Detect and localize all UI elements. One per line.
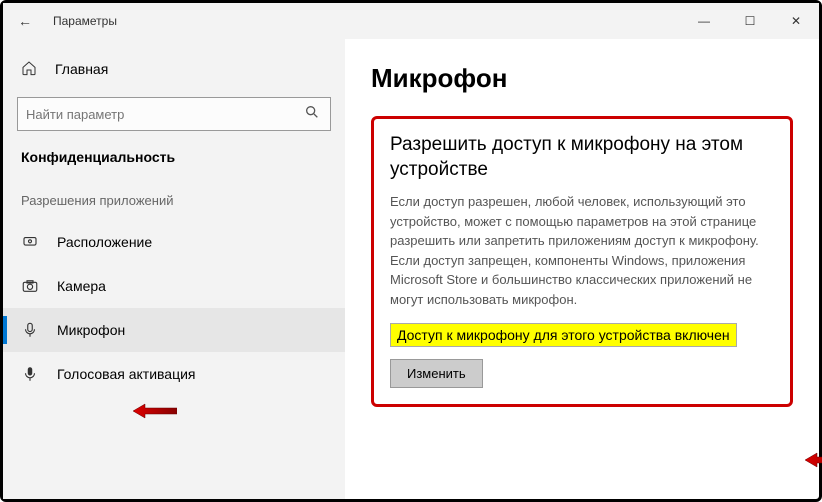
voice-activation-icon: [21, 365, 43, 383]
change-button[interactable]: Изменить: [390, 359, 483, 388]
window-title: Параметры: [47, 14, 117, 28]
camera-icon: [21, 277, 43, 295]
maximize-button[interactable]: ☐: [727, 3, 773, 39]
microphone-icon: [21, 321, 43, 339]
search-icon: [304, 104, 322, 125]
sidebar-item-label: Главная: [55, 61, 108, 77]
highlight-box: Разрешить доступ к микрофону на этом уст…: [371, 116, 793, 407]
section-description: Если доступ разрешен, любой человек, исп…: [390, 192, 774, 309]
titlebar: ← Параметры — ☐ ✕: [3, 3, 819, 39]
sidebar-item-label: Голосовая активация: [57, 366, 196, 382]
sidebar-section-title: Конфиденциальность: [3, 143, 345, 183]
access-status: Доступ к микрофону для этого устройства …: [390, 323, 737, 347]
sidebar-item-microphone[interactable]: Микрофон: [3, 308, 345, 352]
sidebar-item-label: Микрофон: [57, 322, 125, 338]
search-input-wrapper[interactable]: [17, 97, 331, 131]
sidebar-item-label: Расположение: [57, 234, 152, 250]
sidebar-subsection-title: Разрешения приложений: [3, 183, 345, 220]
close-button[interactable]: ✕: [773, 3, 819, 39]
sidebar-item-location[interactable]: Расположение: [3, 220, 345, 264]
sidebar-item-home[interactable]: Главная: [3, 49, 345, 89]
sidebar-item-camera[interactable]: Камера: [3, 264, 345, 308]
page-title: Микрофон: [371, 63, 793, 94]
back-button[interactable]: ←: [3, 13, 47, 29]
search-input[interactable]: [26, 107, 304, 122]
content-area: Микрофон Разрешить доступ к микрофону на…: [345, 39, 819, 499]
minimize-button[interactable]: —: [681, 3, 727, 39]
sidebar: Главная Конфиденциальность Разрешения пр…: [3, 39, 345, 499]
section-heading: Разрешить доступ к микрофону на этом уст…: [390, 133, 774, 182]
home-icon: [21, 60, 41, 79]
annotation-arrow-icon: [805, 451, 822, 469]
annotation-arrow-icon: [133, 402, 177, 420]
location-icon: [21, 233, 43, 251]
sidebar-item-voice-activation[interactable]: Голосовая активация: [3, 352, 345, 396]
sidebar-item-label: Камера: [57, 278, 106, 294]
